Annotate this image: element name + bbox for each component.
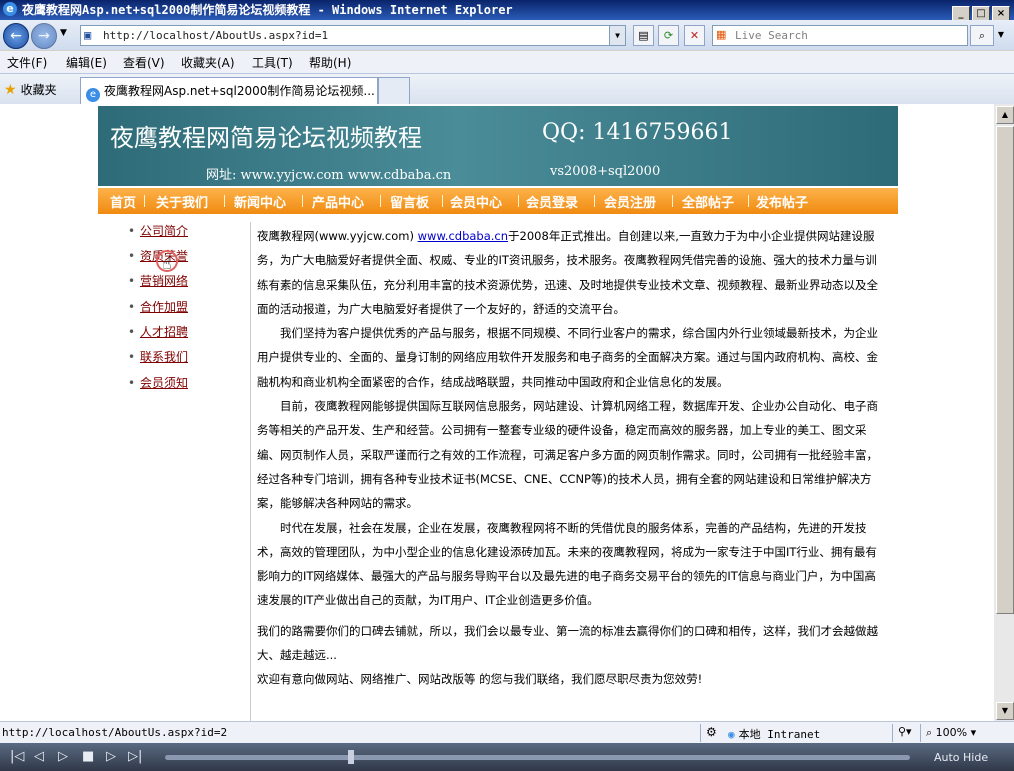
stop-button[interactable]: ✕: [684, 25, 705, 46]
favorites-bar: ★ 收藏夹 e 夜鹰教程网Asp.net+sql2000制作简易论坛视频...: [0, 74, 1014, 105]
new-tab-button[interactable]: [378, 77, 410, 104]
scroll-down-icon[interactable]: ▼: [996, 702, 1014, 720]
window-title: 夜鹰教程网Asp.net+sql2000制作简易论坛视频教程 - Windows…: [22, 3, 513, 17]
globe-icon: ◉: [728, 728, 735, 741]
ie-tab-icon: e: [86, 88, 100, 102]
address-url: http://localhost/AboutUs.aspx?id=1: [103, 29, 329, 42]
refresh-icon: ⟳: [663, 29, 674, 42]
nav-guestbook[interactable]: 留言板: [390, 192, 429, 211]
magnifier-icon: ⌕: [978, 29, 986, 42]
sidebar-item-company-intro[interactable]: • 公司简介: [128, 222, 188, 239]
menu-bar: 文件(F) 编辑(E) 查看(V) 收藏夹(A) 工具(T) 帮助(H): [0, 51, 1014, 74]
skip-forward-icon[interactable]: ▷|: [128, 749, 142, 764]
security-icon: ⚙: [706, 725, 717, 739]
nav-products[interactable]: 产品中心: [312, 192, 364, 211]
menu-tools[interactable]: 工具(T): [252, 54, 293, 71]
play-icon[interactable]: ▷: [58, 749, 68, 764]
live-search-icon: ▦: [716, 28, 727, 41]
tab-current[interactable]: e 夜鹰教程网Asp.net+sql2000制作简易论坛视频...: [80, 77, 378, 104]
zoom-control[interactable]: ⌕ 100% ▾: [926, 726, 976, 740]
sidebar-item-marketing[interactable]: • 营销网络: [128, 272, 188, 289]
search-input[interactable]: ▦ Live Search: [712, 25, 968, 46]
nav-home[interactable]: 首页: [110, 192, 136, 211]
nav-login[interactable]: 会员登录: [526, 192, 578, 211]
banner-qq: QQ: 1416759661: [542, 120, 733, 145]
window-title-bar: e 夜鹰教程网Asp.net+sql2000制作简易论坛视频教程 - Windo…: [0, 0, 1014, 22]
mouse-cursor-icon: ☝: [156, 250, 178, 273]
main-nav: 首页 关于我们 新闻中心 产品中心 留言板 会员中心 会员登录 会员注册 全部帖…: [98, 188, 898, 214]
status-bar: http://localhost/AboutUs.aspx?id=2 ⚙ ◉ 本地…: [0, 721, 1014, 744]
sidebar-item-member-notice[interactable]: • 会员须知: [128, 374, 188, 391]
about-article: 夜鹰教程网(www.yyjcw.com) www.cdbaba.cn于2008年…: [257, 224, 885, 692]
protected-mode-icon[interactable]: ⚲▾: [898, 725, 912, 738]
article-paragraph-1: 夜鹰教程网(www.yyjcw.com) www.cdbaba.cn于2008年…: [257, 229, 878, 316]
article-paragraph-3: 目前，夜鹰教程网能够提供国际互联网信息服务，网站建设、计算机网络工程，数据库开发…: [257, 399, 878, 511]
status-url: http://localhost/AboutUs.aspx?id=2: [2, 726, 228, 739]
tab-title: 夜鹰教程网Asp.net+sql2000制作简易论坛视频...: [104, 84, 375, 98]
scroll-up-icon[interactable]: ▲: [996, 106, 1014, 124]
address-dropdown-icon[interactable]: ▼: [609, 26, 625, 45]
favorites-label: 收藏夹: [20, 83, 57, 97]
article-paragraph-5: 我们的路需要你们的口碑去铺就，所以，我们会以最专业、第一流的标准去赢得你们的口碑…: [257, 623, 878, 663]
prev-icon[interactable]: ◁: [34, 749, 44, 764]
scroll-thumb[interactable]: [996, 126, 1014, 614]
sidebar-item-careers[interactable]: • 人才招聘: [128, 323, 188, 340]
favorites-button[interactable]: ★ 收藏夹: [4, 81, 57, 98]
back-arrow-icon: ←: [10, 28, 22, 44]
nav-about[interactable]: 关于我们: [156, 192, 208, 211]
nav-all-posts[interactable]: 全部帖子: [682, 192, 734, 211]
cdbaba-link[interactable]: www.cdbaba.cn: [418, 229, 508, 243]
menu-help[interactable]: 帮助(H): [309, 54, 351, 71]
menu-view[interactable]: 查看(V): [123, 54, 165, 71]
refresh-button[interactable]: ⟳: [658, 25, 679, 46]
search-button[interactable]: ⌕: [970, 25, 994, 46]
ie-icon: e: [3, 2, 17, 16]
forward-button[interactable]: →: [31, 23, 57, 49]
page-viewport: 夜鹰教程网简易论坛视频教程 QQ: 1416759661 网址: www.yyj…: [0, 104, 994, 721]
zoom-icon: ⌕: [926, 726, 933, 739]
article-paragraph-4: 时代在发展，社会在发展，企业在发展，夜鹰教程网将不断的凭借优良的服务体系，完善的…: [257, 520, 877, 608]
nav-member-center[interactable]: 会员中心: [450, 192, 502, 211]
sidebar-item-franchise[interactable]: • 合作加盟: [128, 298, 188, 315]
compatibility-button[interactable]: ▤: [633, 25, 654, 46]
nav-news[interactable]: 新闻中心: [234, 192, 286, 211]
progress-knob[interactable]: [348, 750, 354, 764]
article-paragraph-6: 欢迎有意向做网站、网络推广、网站改版等 的您与我们联络，我们愿尽职尽责为您效劳!: [257, 672, 703, 687]
progress-track[interactable]: [165, 755, 910, 760]
video-player-bar: |◁ ◁ ▷ ■ ▷ ▷| Auto Hide: [0, 743, 1014, 771]
banner-stack: vs2008+sql2000: [550, 164, 661, 179]
web-page: 夜鹰教程网简易论坛视频教程 QQ: 1416759661 网址: www.yyj…: [98, 106, 898, 721]
next-icon[interactable]: ▷: [106, 749, 116, 764]
auto-hide-toggle[interactable]: Auto Hide: [934, 751, 988, 764]
skip-back-icon[interactable]: |◁: [10, 749, 24, 764]
search-options-icon[interactable]: ▼: [994, 25, 1008, 44]
address-input[interactable]: ▣ http://localhost/AboutUs.aspx?id=1 ▼: [80, 25, 626, 46]
sidebar-item-contact[interactable]: • 联系我们: [128, 348, 188, 365]
history-dropdown-icon[interactable]: ▼: [60, 28, 67, 38]
menu-file[interactable]: 文件(F): [7, 54, 47, 71]
menu-favorites[interactable]: 收藏夹(A): [181, 54, 235, 71]
nav-register[interactable]: 会员注册: [604, 192, 656, 211]
back-button[interactable]: ←: [3, 23, 29, 49]
menu-edit[interactable]: 编辑(E): [66, 54, 107, 71]
article-paragraph-2: 我们坚持为客户提供优秀的产品与服务，根据不同规模、不同行业客户的需求，综合国内外…: [257, 326, 878, 389]
stop-icon-player[interactable]: ■: [82, 749, 94, 764]
vertical-scrollbar[interactable]: ▲ ▼: [994, 104, 1014, 721]
stop-icon: ✕: [689, 29, 700, 42]
banner-site: 网址: www.yyjcw.com www.cdbaba.cn: [206, 168, 452, 183]
sidebar: • 公司简介 • 资质荣誉 • 营销网络 • 合作加盟 • 人才招聘 • 联系我们 • 会员须…: [98, 222, 251, 721]
address-toolbar: ← → ▼ ▣ http://localhost/AboutUs.aspx?id…: [0, 20, 1014, 50]
security-zone: ◉ 本地 Intranet: [728, 728, 821, 741]
forward-arrow-icon: →: [38, 28, 50, 44]
banner-title: 夜鹰教程网简易论坛视频教程: [110, 124, 422, 152]
star-icon: ★: [4, 82, 17, 98]
site-banner: 夜鹰教程网简易论坛视频教程 QQ: 1416759661 网址: www.yyj…: [98, 106, 898, 186]
nav-new-post[interactable]: 发布帖子: [756, 192, 808, 211]
compat-icon: ▤: [638, 29, 649, 42]
search-placeholder: Live Search: [735, 29, 808, 42]
page-icon: ▣: [84, 28, 92, 42]
